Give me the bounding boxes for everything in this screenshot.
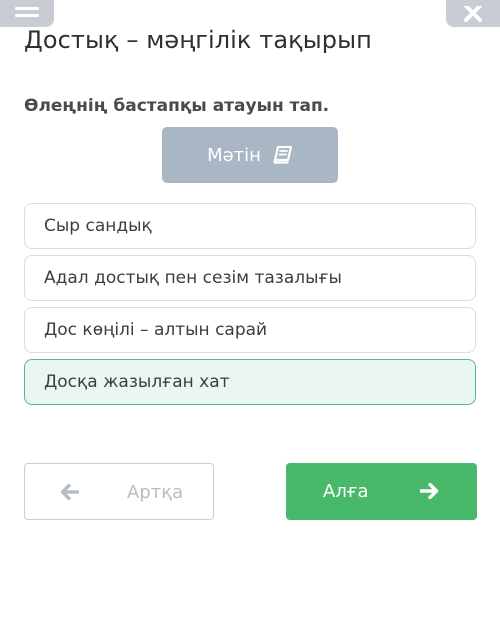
close-button[interactable]	[446, 0, 500, 27]
answer-option-label: Досқа жазылған хат	[44, 372, 230, 392]
back-button-label: Артқа	[127, 482, 184, 503]
answer-option[interactable]: Адал достық пен сезім тазалығы	[24, 255, 476, 301]
next-button-label: Алға	[323, 481, 369, 502]
arrow-left-icon	[60, 484, 79, 500]
close-x-icon	[464, 5, 482, 22]
book-icon	[273, 146, 293, 164]
answer-option-label: Дос көңілі – алтын сарай	[44, 320, 268, 340]
answer-option[interactable]: Сыр сандық	[24, 203, 476, 249]
answer-option-label: Сыр сандық	[44, 216, 152, 236]
answer-options: Сыр сандық Адал достық пен сезім тазалығ…	[24, 203, 476, 411]
text-button[interactable]: Мәтін	[162, 127, 338, 183]
hamburger-menu-icon	[15, 6, 39, 17]
text-button-label: Мәтін	[207, 144, 261, 166]
answer-option-label: Адал достық пен сезім тазалығы	[44, 268, 342, 288]
next-button[interactable]: Алға	[286, 463, 477, 520]
answer-option[interactable]: Досқа жазылған хат	[24, 359, 476, 405]
arrow-right-icon	[420, 483, 439, 499]
question-text: Өлеңнің бастапқы атауын тап.	[24, 96, 330, 116]
page-title: Достық – мәңгілік тақырып	[24, 26, 372, 54]
answer-option[interactable]: Дос көңілі – алтын сарай	[24, 307, 476, 353]
back-button[interactable]: Артқа	[24, 463, 214, 520]
menu-button[interactable]	[0, 0, 54, 27]
